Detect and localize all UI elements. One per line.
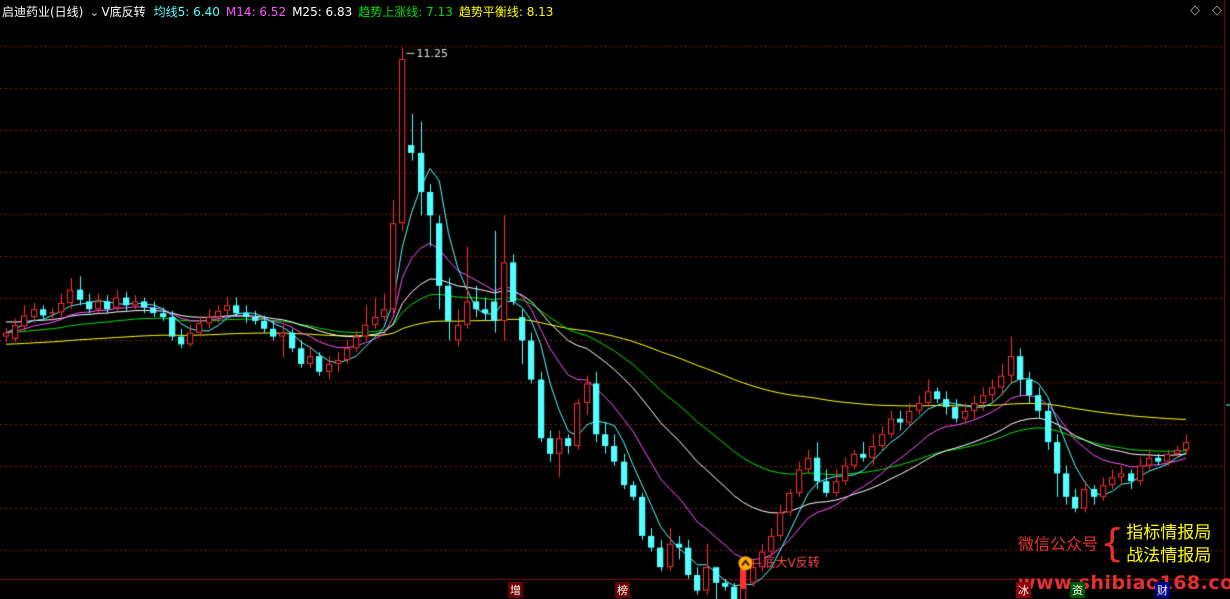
diamond-icon[interactable]: ◇ xyxy=(1212,3,1222,18)
m25-value: M25: 6.83 xyxy=(292,5,353,19)
indicator-name[interactable]: V底反转 xyxy=(101,5,145,19)
m14-value: M14: 6.52 xyxy=(225,5,287,19)
brace-glyph: { xyxy=(1100,521,1125,565)
trend-up-value: 趋势上涨线: 7.13 xyxy=(358,5,453,19)
watermark-url: www.shibiao168.com xyxy=(1018,572,1230,594)
circle-chevron-down-icon[interactable]: ⌄ xyxy=(89,5,99,19)
ma5-value: 均线5: 6.40 xyxy=(153,5,220,19)
chart-header: 启迪药业(日线) ⌄ V底反转 均线5: 6.40 M14: 6.52 M25: 6.83… xyxy=(2,3,559,20)
diamond-icon[interactable]: ◇ xyxy=(1190,3,1200,18)
watermark-line2: 战法情报局 xyxy=(1126,546,1212,566)
watermark-wechat: 微信公众号{指标情报局战法情报局 xyxy=(1018,521,1212,568)
bottom-tag[interactable]: 资 xyxy=(1070,582,1085,598)
wechat-label: 微信公众号 xyxy=(1018,534,1099,554)
bottom-tag[interactable]: 冰 xyxy=(1016,582,1031,598)
bottom-tag[interactable]: 财 xyxy=(1155,582,1170,598)
watermark-line1: 指标情报局 xyxy=(1126,523,1212,543)
trend-bal-value: 趋势平衡线: 8.13 xyxy=(458,5,554,19)
candlestick-chart[interactable] xyxy=(0,0,1230,599)
bottom-tag[interactable]: 榜 xyxy=(615,582,630,598)
stock-title: 启迪药业(日线) xyxy=(2,5,84,19)
bottom-tag[interactable]: 增 xyxy=(508,582,523,598)
